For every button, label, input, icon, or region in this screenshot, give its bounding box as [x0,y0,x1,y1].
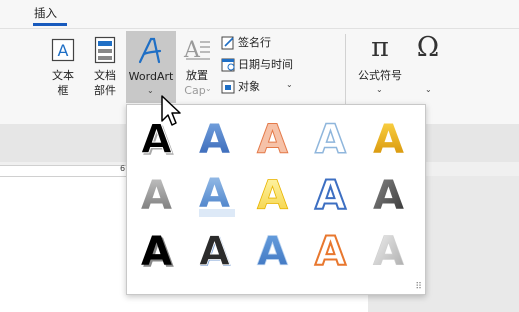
svg-text:A: A [257,229,288,275]
object-button[interactable]: 对象 ⌄ [220,78,302,95]
equation-button[interactable]: π 公式符号 ⌄ [353,32,407,102]
wordart-preview: A [257,117,289,164]
wordart-preview: A [373,229,405,276]
mouse-cursor-icon [161,95,181,126]
symbol-button[interactable]: Ω ⌄ [410,32,446,102]
textbox-button[interactable]: A 文本 框 [42,32,84,102]
ribbon-divider [0,28,519,29]
pi-icon: π [371,32,389,63]
wordart-preview: A [257,173,289,220]
wordart-style-4[interactable]: A [313,115,353,164]
dropcap-label-1: 放置 [186,69,208,82]
resize-grip-icon[interactable]: ⠿ [415,282,422,292]
wordart-gallery: A A A A A A A A A A A A A A A A A A ⠿ [126,104,426,295]
omega-icon: Ω [416,32,440,63]
quickparts-button[interactable]: 文档 部件 [86,32,124,102]
svg-text:A: A [58,41,69,60]
object-icon [221,80,235,94]
object-chevron-down-icon: ⌄ [286,80,293,89]
wordart-preview: A [373,173,404,219]
wordart-style-11[interactable]: A A [139,227,179,277]
svg-text:A: A [315,173,346,219]
wordart-style-7[interactable]: A [197,171,237,219]
wordart-chevron-down-icon: ⌄ [147,86,154,95]
wordart-preview: A A [141,229,174,277]
object-label: 对象 [238,80,260,93]
textbox-label-1: 文本 [52,69,74,82]
dropcap-icon: A [183,38,210,62]
wordart-preview: A [199,171,235,217]
signature-icon [221,36,234,50]
wordart-style-12[interactable]: A A [197,227,237,276]
svg-text:A: A [315,229,346,275]
wordart-preview: A [141,173,172,219]
tab-insert[interactable]: 插入 [34,5,57,21]
calendar-icon [221,58,235,72]
ruler-mark: 6 [120,164,126,173]
wordart-style-15[interactable]: A [371,227,411,276]
wordart-preview: A [373,117,404,163]
symbol-chevron-down-icon: ⌄ [425,85,432,94]
textbox-icon: A [51,38,75,62]
signature-line-button[interactable]: 签名行 [220,34,302,51]
svg-text:A: A [199,229,230,275]
dropcap-button[interactable]: A 放置 Cap ⌄ [178,32,216,102]
wordart-preview: A [199,117,230,163]
wordart-label: WordArt [128,70,174,83]
group-separator [345,34,346,106]
date-time-label: 日期与时间 [238,58,293,71]
quickparts-label-2: 部件 [94,84,116,97]
wordart-style-6[interactable]: A [139,171,179,219]
svg-text:A: A [199,117,230,163]
wordart-icon [138,37,162,64]
wordart-style-13[interactable]: A [255,227,295,276]
wordart-style-5[interactable]: A [371,115,411,163]
wordart-preview: A [257,229,289,276]
wordart-preview: A [314,172,347,220]
active-tab-indicator [33,23,67,26]
wordart-preview: A [314,116,347,164]
wordart-button[interactable]: WordArt ⌄ [126,31,176,103]
svg-text:A: A [373,173,404,219]
wordart-style-14[interactable]: A [313,227,353,276]
dropcap-chevron-down-icon: ⌄ [205,84,212,93]
wordart-style-10[interactable]: A [371,171,411,219]
quickparts-icon [94,36,116,64]
equation-label: 公式符号 [358,69,402,82]
svg-text:A: A [141,229,172,275]
textbox-label-2: 框 [57,84,69,97]
wordart-preview: A A [199,229,231,276]
equation-chevron-down-icon: ⌄ [376,85,383,94]
svg-text:A: A [315,117,346,163]
svg-text:A: A [257,173,288,219]
svg-text:A: A [141,173,172,219]
quickparts-label-1: 文档 [94,69,116,82]
svg-text:A: A [373,117,404,163]
ruler: 6 [0,164,130,177]
date-time-button[interactable]: 日期与时间 [220,56,302,73]
wordart-style-3[interactable]: A [255,115,295,164]
wordart-style-8[interactable]: A [255,171,295,220]
svg-text:A: A [373,229,404,275]
wordart-preview: A [314,228,347,276]
svg-text:A: A [257,117,288,163]
signature-label: 签名行 [238,36,271,49]
wordart-style-2[interactable]: A [197,115,237,163]
wordart-style-9[interactable]: A [313,171,353,220]
